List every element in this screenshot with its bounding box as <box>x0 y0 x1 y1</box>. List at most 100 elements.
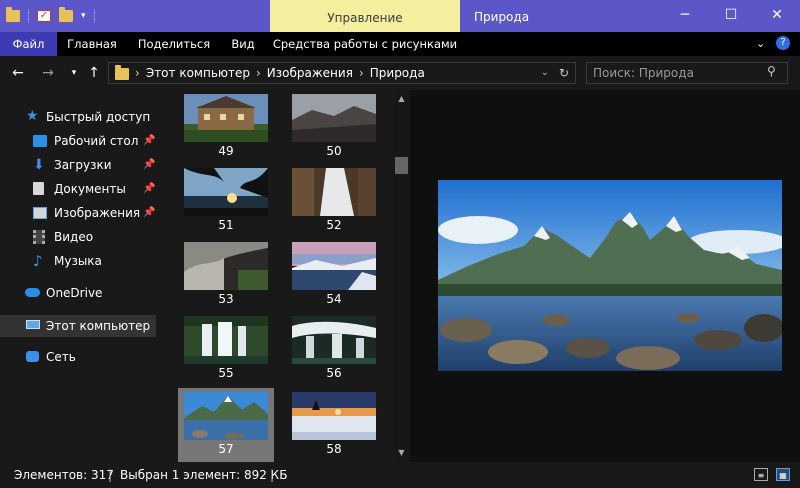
status-divider: | <box>270 468 275 482</box>
close-button[interactable]: ✕ <box>754 0 800 32</box>
tab-file[interactable]: Файл <box>0 32 57 56</box>
cloud-icon <box>25 288 40 297</box>
thumbnail-image <box>292 168 376 216</box>
toolbar-divider <box>28 9 29 23</box>
address-bar[interactable]: › Этот компьютер › Изображения › Природа… <box>108 62 576 84</box>
scroll-up-icon[interactable]: ▲ <box>393 92 410 106</box>
window-title: Природа <box>474 10 530 24</box>
refresh-icon[interactable]: ↻ <box>559 63 569 83</box>
pin-icon[interactable]: 📌 <box>143 154 155 176</box>
tab-manage-context[interactable]: Управление <box>270 0 460 32</box>
thumbnail-image <box>292 94 376 142</box>
status-divider: | <box>108 468 113 482</box>
sidebar-item-quick-access[interactable]: ★ Быстрый доступ <box>0 106 156 128</box>
file-item[interactable]: 50 <box>286 90 382 164</box>
breadcrumb-separator-icon[interactable]: › <box>256 63 261 83</box>
selection-info: Выбран 1 элемент: 892 КБ <box>120 468 288 482</box>
customize-toolbar-icon[interactable]: ▾ <box>81 11 86 21</box>
video-icon <box>33 230 45 244</box>
expand-ribbon-icon[interactable]: ⌄ <box>756 32 765 56</box>
file-item[interactable]: 49 <box>178 90 274 164</box>
pin-icon[interactable]: 📌 <box>143 202 155 224</box>
help-icon[interactable]: ? <box>776 36 790 50</box>
pin-icon[interactable]: 📌 <box>143 178 155 200</box>
tab-picture-tools[interactable]: Средства работы с рисунками <box>272 32 458 56</box>
tab-view[interactable]: Вид <box>224 32 262 56</box>
thumbnail-image <box>184 392 268 440</box>
file-item[interactable]: 52 <box>286 164 382 238</box>
breadcrumb-nature[interactable]: Природа <box>370 63 425 83</box>
file-item[interactable]: 58 <box>286 388 382 462</box>
file-item[interactable]: 56 <box>286 312 382 386</box>
search-icon[interactable]: ⚲ <box>767 64 776 78</box>
file-name: 57 <box>218 442 234 456</box>
file-item[interactable]: 54 <box>286 238 382 312</box>
thumbnail-image <box>184 94 268 142</box>
tab-home[interactable]: Главная <box>60 32 124 56</box>
sidebar-item-music[interactable]: ♪ Музыка <box>0 250 156 272</box>
breadcrumb-separator-icon[interactable]: › <box>135 63 140 83</box>
file-item-selected[interactable]: 57 <box>178 388 274 462</box>
properties-icon[interactable]: ✓ <box>37 10 51 22</box>
sidebar-item-pictures[interactable]: Изображения 📌 <box>0 202 156 224</box>
file-item[interactable]: 55 <box>178 312 274 386</box>
pin-icon[interactable]: 📌 <box>143 130 155 152</box>
file-list: 49 50 51 52 53 54 55 56 57 58 <box>160 90 393 462</box>
download-icon: ⬇ <box>33 157 45 173</box>
sidebar-item-onedrive[interactable]: OneDrive <box>0 282 156 304</box>
toolbar-divider <box>93 9 95 23</box>
forward-button[interactable]: → <box>38 63 58 83</box>
item-count: Элементов: 317 <box>14 468 114 482</box>
file-name: 53 <box>218 292 234 306</box>
back-button[interactable]: ← <box>8 63 28 83</box>
tab-share[interactable]: Поделиться <box>134 32 214 56</box>
ribbon-tabs: Файл Главная Поделиться Вид Средства раб… <box>0 32 800 56</box>
folder-icon <box>115 65 129 80</box>
file-name: 50 <box>326 144 342 158</box>
desktop-icon <box>33 135 47 147</box>
pictures-icon <box>33 207 47 219</box>
sidebar-item-desktop[interactable]: Рабочий стол 📌 <box>0 130 156 152</box>
file-item[interactable]: 51 <box>178 164 274 238</box>
file-name: 49 <box>218 144 234 158</box>
maximize-button[interactable]: ☐ <box>708 0 754 32</box>
quick-access-toolbar: ✓ ▾ <box>6 7 95 24</box>
minimize-button[interactable]: ─ <box>662 0 708 32</box>
thumbnail-image <box>184 168 268 216</box>
large-icons-view-icon[interactable]: ▦ <box>776 468 790 481</box>
breadcrumb-this-pc[interactable]: Этот компьютер <box>146 63 250 83</box>
sidebar-item-this-pc[interactable]: Этот компьютер <box>0 315 156 337</box>
thumbnail-image <box>184 242 268 290</box>
file-name: 58 <box>326 442 342 456</box>
file-item[interactable]: 53 <box>178 238 274 312</box>
scrollbar-thumb[interactable] <box>395 157 408 174</box>
up-button[interactable]: ↑ <box>84 63 104 83</box>
file-name: 54 <box>326 292 342 306</box>
scroll-down-icon[interactable]: ▼ <box>393 446 410 460</box>
file-name: 55 <box>218 366 234 380</box>
recent-locations-icon[interactable]: ▾ <box>64 63 84 83</box>
thumbnail-image <box>184 316 268 364</box>
navigation-pane: ★ Быстрый доступ Рабочий стол 📌 ⬇ Загруз… <box>0 90 160 462</box>
computer-icon <box>26 320 40 329</box>
file-name: 52 <box>326 218 342 232</box>
sidebar-item-network[interactable]: Сеть <box>0 346 156 368</box>
new-folder-icon[interactable] <box>59 7 73 22</box>
preview-image <box>438 180 782 371</box>
sidebar-item-video[interactable]: Видео <box>0 226 156 248</box>
music-icon: ♪ <box>33 252 43 270</box>
search-input[interactable] <box>593 65 753 81</box>
thumbnail-image <box>292 316 376 364</box>
vertical-scrollbar[interactable]: ▲ ▼ <box>393 90 410 462</box>
document-icon <box>33 182 44 195</box>
details-view-icon[interactable]: ≡ <box>754 468 768 481</box>
breadcrumb-pictures[interactable]: Изображения <box>267 63 353 83</box>
sidebar-item-documents[interactable]: Документы 📌 <box>0 178 156 200</box>
file-name: 56 <box>326 366 342 380</box>
network-icon <box>26 351 39 362</box>
address-dropdown-icon[interactable]: ⌄ <box>541 63 549 83</box>
sidebar-item-downloads[interactable]: ⬇ Загрузки 📌 <box>0 154 156 176</box>
search-box[interactable]: ⚲ <box>586 62 788 84</box>
folder-icon[interactable] <box>6 7 20 22</box>
breadcrumb-separator-icon[interactable]: › <box>359 63 364 83</box>
